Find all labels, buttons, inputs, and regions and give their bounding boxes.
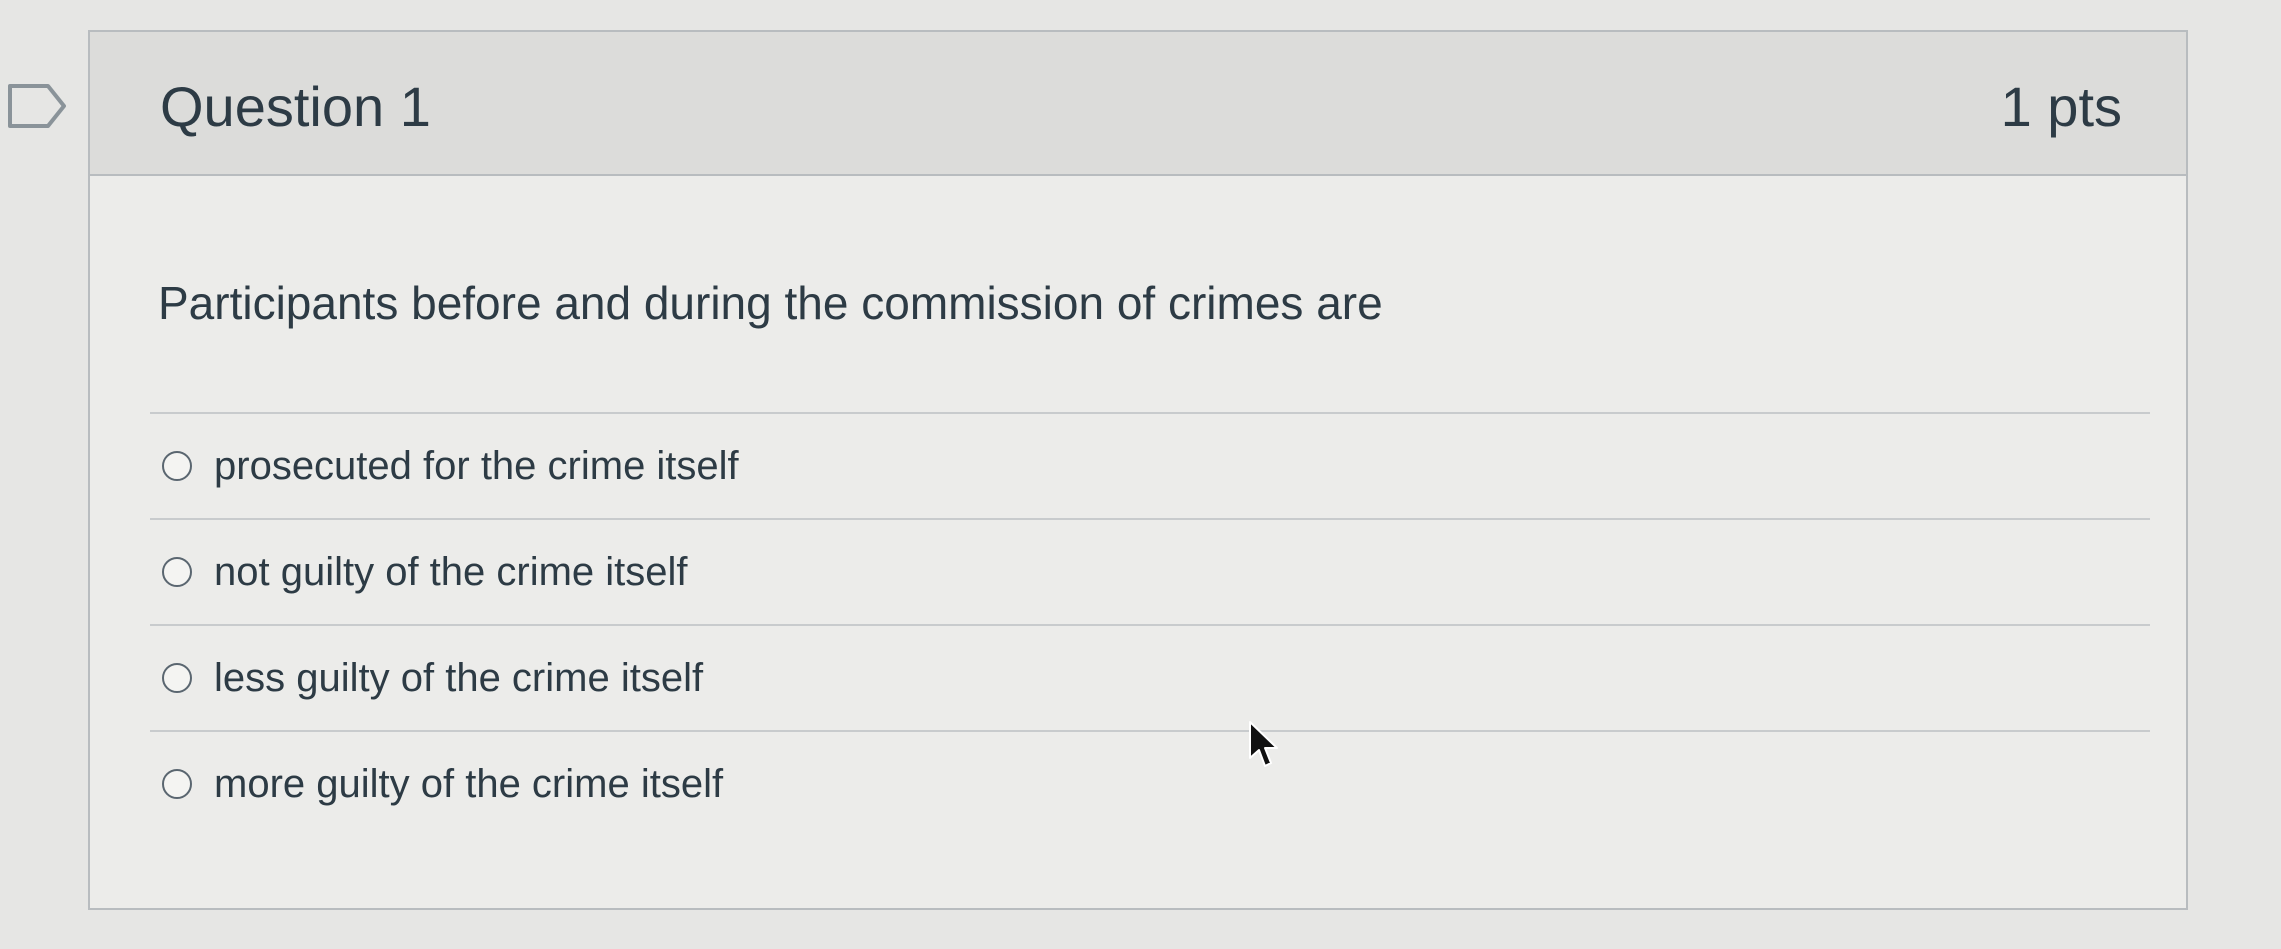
flag-question-icon[interactable] <box>6 82 68 130</box>
question-points: 1 pts <box>2000 75 2122 138</box>
answer-option-1[interactable]: prosecuted for the crime itself <box>150 414 2150 518</box>
radio-button[interactable] <box>162 663 192 693</box>
radio-button[interactable] <box>162 451 192 481</box>
answer-option-2[interactable]: not guilty of the crime itself <box>150 520 2150 624</box>
answer-list: prosecuted for the crime itself not guil… <box>150 412 2150 836</box>
radio-button[interactable] <box>162 557 192 587</box>
answer-label: prosecuted for the crime itself <box>214 444 739 488</box>
question-header: Question 1 1 pts <box>90 32 2186 176</box>
question-card: Question 1 1 pts Participants before and… <box>88 30 2188 910</box>
answer-label: more guilty of the crime itself <box>214 762 724 806</box>
radio-button[interactable] <box>162 769 192 799</box>
mouse-pointer-icon <box>1249 721 1278 767</box>
answer-option-4[interactable]: more guilty of the crime itself <box>150 732 2150 836</box>
answer-option-3[interactable]: less guilty of the crime itself <box>150 626 2150 730</box>
question-text: Participants before and during the commi… <box>158 277 1383 329</box>
question-title: Question 1 <box>160 75 431 138</box>
answer-label: not guilty of the crime itself <box>214 550 688 594</box>
answer-label: less guilty of the crime itself <box>214 656 704 700</box>
